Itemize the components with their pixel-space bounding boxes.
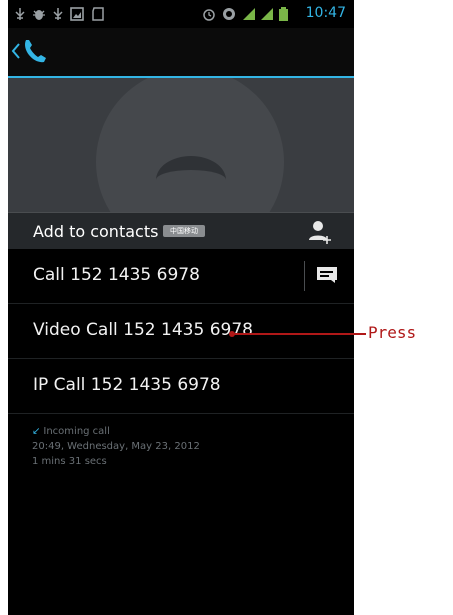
bug-icon <box>33 10 45 20</box>
image-icon <box>70 7 84 21</box>
call-log-entry: ↙ Incoming call 20:49, Wednesday, May 23,… <box>32 424 200 469</box>
phone-handset-icon <box>25 40 46 63</box>
contact-photo <box>8 78 354 212</box>
call-duration: 1 mins 31 secs <box>32 456 107 467</box>
signal-icon <box>261 8 273 20</box>
call-type: ↙ Incoming call <box>32 424 200 439</box>
video-call-row[interactable]: Video Call 152 1435 6978 <box>8 304 354 359</box>
message-icon[interactable] <box>317 267 337 283</box>
battery-icon <box>279 7 288 21</box>
incoming-call-arrow-icon: ↙ <box>32 426 41 437</box>
call-number-label: Call 152 1435 6978 <box>33 265 200 285</box>
up-navigation[interactable] <box>8 28 54 76</box>
status-time: 10:47 <box>305 5 346 21</box>
status-bar: 10:47 <box>8 0 354 28</box>
call-datetime: 20:49, Wednesday, May 23, 2012 <box>32 441 200 452</box>
call-type-label: Incoming call <box>43 426 110 437</box>
add-to-contacts-bar[interactable]: Add to contacts 中国移动 <box>8 212 354 250</box>
sd-card-icon <box>92 7 104 21</box>
call-number-row[interactable]: Call 152 1435 6978 <box>8 249 354 304</box>
alarm-icon <box>203 9 215 21</box>
annotation-press-label: Press <box>368 323 417 342</box>
row-divider <box>304 261 305 291</box>
add-contact-icon[interactable] <box>308 220 332 244</box>
video-call-label: Video Call 152 1435 6978 <box>33 320 253 340</box>
usb-icon <box>53 8 63 20</box>
photo-silhouette <box>156 156 226 204</box>
annotation-pointer-line <box>233 333 366 335</box>
usb-icon <box>15 8 25 20</box>
phone-screen: 10:47 Add to contacts 中国移动 Call 152 1435… <box>8 0 354 615</box>
signal-icon <box>243 8 255 20</box>
ip-call-row[interactable]: IP Call 152 1435 6978 <box>8 359 354 414</box>
carrier-badge: 中国移动 <box>163 225 205 237</box>
action-bar <box>8 28 354 78</box>
sync-icon <box>223 8 235 20</box>
ip-call-label: IP Call 152 1435 6978 <box>33 375 221 395</box>
add-to-contacts-label: Add to contacts <box>33 222 159 241</box>
